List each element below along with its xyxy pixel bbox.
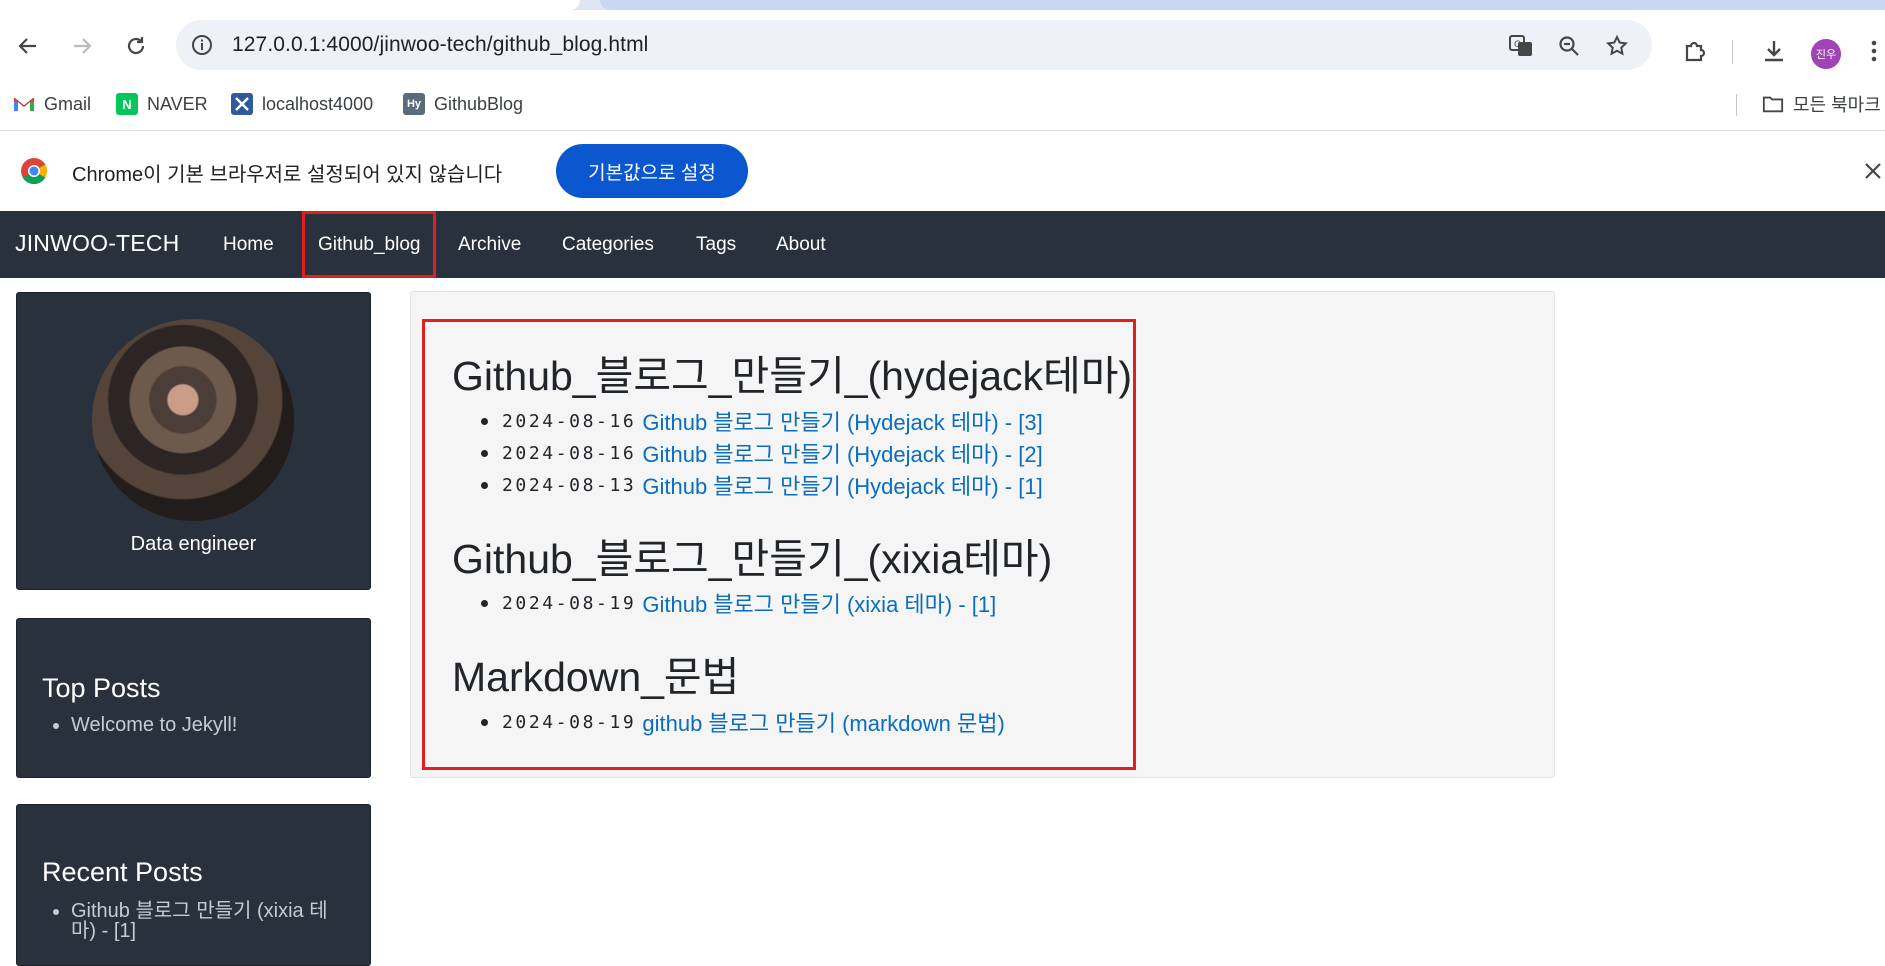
all-bookmarks-folder[interactable]: 모든 북마크 bbox=[1762, 90, 1881, 118]
section-title: Github_블로그_만들기_(hydejack테마) bbox=[452, 353, 1133, 399]
extensions-button[interactable] bbox=[1680, 36, 1710, 66]
default-browser-infobar: Chrome이 기본 브라우저로 설정되어 있지 않습니다 기본값으로 설정 bbox=[0, 131, 1885, 212]
recent-posts-list: Github 블로그 만들기 (xixia 테마) - [1] bbox=[17, 901, 331, 941]
close-icon[interactable] bbox=[1861, 159, 1885, 183]
bullet bbox=[481, 417, 488, 425]
translate-button[interactable]: G bbox=[1508, 33, 1534, 59]
url-text[interactable]: 127.0.0.1:4000/jinwoo-tech/github_blog.h… bbox=[232, 33, 648, 57]
puzzle-icon bbox=[1685, 41, 1706, 62]
nav-categories[interactable]: Categories bbox=[562, 211, 654, 278]
active-tab[interactable] bbox=[0, 0, 580, 10]
bookmark-label: localhost4000 bbox=[262, 93, 374, 114]
back-button[interactable] bbox=[10, 28, 46, 64]
zoom-button[interactable] bbox=[1556, 33, 1582, 59]
svg-text:G: G bbox=[1514, 40, 1521, 50]
translate-icon: G bbox=[1509, 35, 1532, 56]
recent-posts-card: Recent Posts Github 블로그 만들기 (xixia 테마) -… bbox=[16, 804, 371, 966]
hy-icon: Hy bbox=[403, 93, 425, 115]
bullet bbox=[481, 449, 488, 457]
post-date: 2024-08-19 bbox=[502, 592, 637, 614]
top-posts-title: Top Posts bbox=[42, 673, 161, 703]
post-item: 2024-08-19 github 블로그 만들기 (markdown 문법) bbox=[481, 707, 1005, 737]
nav-archive[interactable]: Archive bbox=[458, 211, 521, 278]
top-posts-list: Welcome to Jekyll! bbox=[17, 715, 237, 735]
nav-home[interactable]: Home bbox=[223, 211, 274, 278]
post-item: 2024-08-13 Github 블로그 만들기 (Hydejack 테마) … bbox=[481, 470, 1043, 500]
address-bar[interactable]: 127.0.0.1:4000/jinwoo-tech/github_blog.h… bbox=[176, 20, 1652, 70]
bookmark-localhost4000[interactable]: localhost4000 bbox=[231, 90, 373, 118]
bookmark-label: GithubBlog bbox=[434, 93, 524, 114]
recent-post-item[interactable]: Github 블로그 만들기 (xixia 테마) - [1] bbox=[71, 901, 331, 941]
all-bookmarks-label: 모든 북마크 bbox=[1793, 95, 1881, 115]
bookmark-githubblog[interactable]: Hy GithubBlog bbox=[403, 90, 523, 118]
post-date: 2024-08-19 bbox=[502, 711, 637, 733]
site-brand[interactable]: JINWOO-TECH bbox=[15, 230, 179, 257]
post-link[interactable]: Github 블로그 만들기 (Hydejack 테마) - [1] bbox=[642, 469, 1042, 501]
profile-avatar[interactable]: 진우 bbox=[1811, 39, 1841, 69]
post-date: 2024-08-16 bbox=[502, 410, 637, 432]
nav-github-blog[interactable]: Github_blog bbox=[302, 211, 437, 278]
bookmark-label: NAVER bbox=[147, 93, 208, 114]
arrow-right-icon bbox=[74, 38, 92, 54]
downloads-button[interactable] bbox=[1759, 36, 1789, 66]
naver-icon: N bbox=[116, 93, 138, 115]
info-icon[interactable] bbox=[190, 33, 214, 57]
forward-button[interactable] bbox=[64, 28, 100, 64]
top-post-link[interactable]: Welcome to Jekyll! bbox=[71, 714, 237, 736]
post-item: 2024-08-19 Github 블로그 만들기 (xixia 테마) - [… bbox=[481, 588, 996, 618]
top-post-item[interactable]: Welcome to Jekyll! bbox=[71, 715, 237, 735]
bullet bbox=[481, 599, 488, 607]
section-title: Github_블로그_만들기_(xixia테마) bbox=[452, 536, 1053, 582]
reload-button[interactable] bbox=[118, 28, 154, 64]
profile-card: Data engineer bbox=[16, 292, 371, 590]
set-default-button[interactable]: 기본값으로 설정 bbox=[556, 144, 748, 198]
bullet bbox=[481, 718, 488, 726]
bookmark-label: Gmail bbox=[44, 93, 92, 114]
nav-tags[interactable]: Tags bbox=[696, 211, 736, 278]
post-date: 2024-08-16 bbox=[502, 442, 637, 464]
zoom-icon bbox=[1559, 36, 1579, 56]
main-content: Github_블로그_만들기_(hydejack테마) 2024-08-16 G… bbox=[410, 291, 1555, 778]
recent-posts-title: Recent Posts bbox=[42, 857, 203, 887]
chrome-logo-icon bbox=[21, 158, 48, 185]
profile-caption: Data engineer bbox=[130, 533, 257, 555]
browser-toolbar: 127.0.0.1:4000/jinwoo-tech/github_blog.h… bbox=[0, 10, 1885, 80]
post-item: 2024-08-16 Github 블로그 만들기 (Hydejack 테마) … bbox=[481, 438, 1043, 468]
post-link[interactable]: github 블로그 만들기 (markdown 문법) bbox=[642, 706, 1004, 738]
bookmarks-bar: Gmail N NAVER localhost4000 Hy GithubBlo… bbox=[0, 80, 1885, 131]
highlight-box: Github_블로그_만들기_(hydejack테마) 2024-08-16 G… bbox=[422, 319, 1136, 770]
infobar-message: Chrome이 기본 브라우저로 설정되어 있지 않습니다 bbox=[72, 164, 503, 186]
arrow-left-icon bbox=[18, 38, 36, 54]
post-link[interactable]: Github 블로그 만들기 (xixia 테마) - [1] bbox=[642, 587, 996, 619]
post-item: 2024-08-16 Github 블로그 만들기 (Hydejack 테마) … bbox=[481, 406, 1043, 436]
section-title: Markdown_문법 bbox=[452, 654, 740, 700]
toolbar-divider bbox=[1732, 40, 1733, 64]
gmail-icon bbox=[13, 93, 35, 115]
nav-about[interactable]: About bbox=[776, 211, 826, 278]
tab-strip-background bbox=[600, 0, 1885, 10]
post-link[interactable]: Github 블로그 만들기 (Hydejack 테마) - [3] bbox=[642, 405, 1042, 437]
site-navbar: JINWOO-TECH Home Github_blog Archive Cat… bbox=[0, 211, 1885, 278]
star-icon bbox=[1605, 34, 1629, 56]
reload-icon bbox=[127, 37, 145, 55]
x-icon bbox=[231, 93, 253, 115]
top-posts-card: Top Posts Welcome to Jekyll! bbox=[16, 618, 371, 778]
profile-avatar-photo bbox=[92, 319, 294, 521]
kebab-menu-icon bbox=[1871, 40, 1877, 62]
bookmarks-divider bbox=[1736, 94, 1737, 116]
post-link[interactable]: Github 블로그 만들기 (Hydejack 테마) - [2] bbox=[642, 437, 1042, 469]
folder-icon bbox=[1762, 93, 1784, 115]
bookmark-naver[interactable]: N NAVER bbox=[116, 90, 208, 118]
browser-menu-button[interactable] bbox=[1863, 36, 1885, 66]
bullet bbox=[481, 481, 488, 489]
bookmark-star-button[interactable] bbox=[1604, 33, 1630, 59]
post-date: 2024-08-13 bbox=[502, 474, 637, 496]
bookmark-gmail[interactable]: Gmail bbox=[13, 90, 91, 118]
recent-post-link[interactable]: Github 블로그 만들기 (xixia 테마) - [1] bbox=[71, 900, 328, 942]
download-icon bbox=[1765, 41, 1783, 62]
tab-strip bbox=[0, 0, 1885, 10]
